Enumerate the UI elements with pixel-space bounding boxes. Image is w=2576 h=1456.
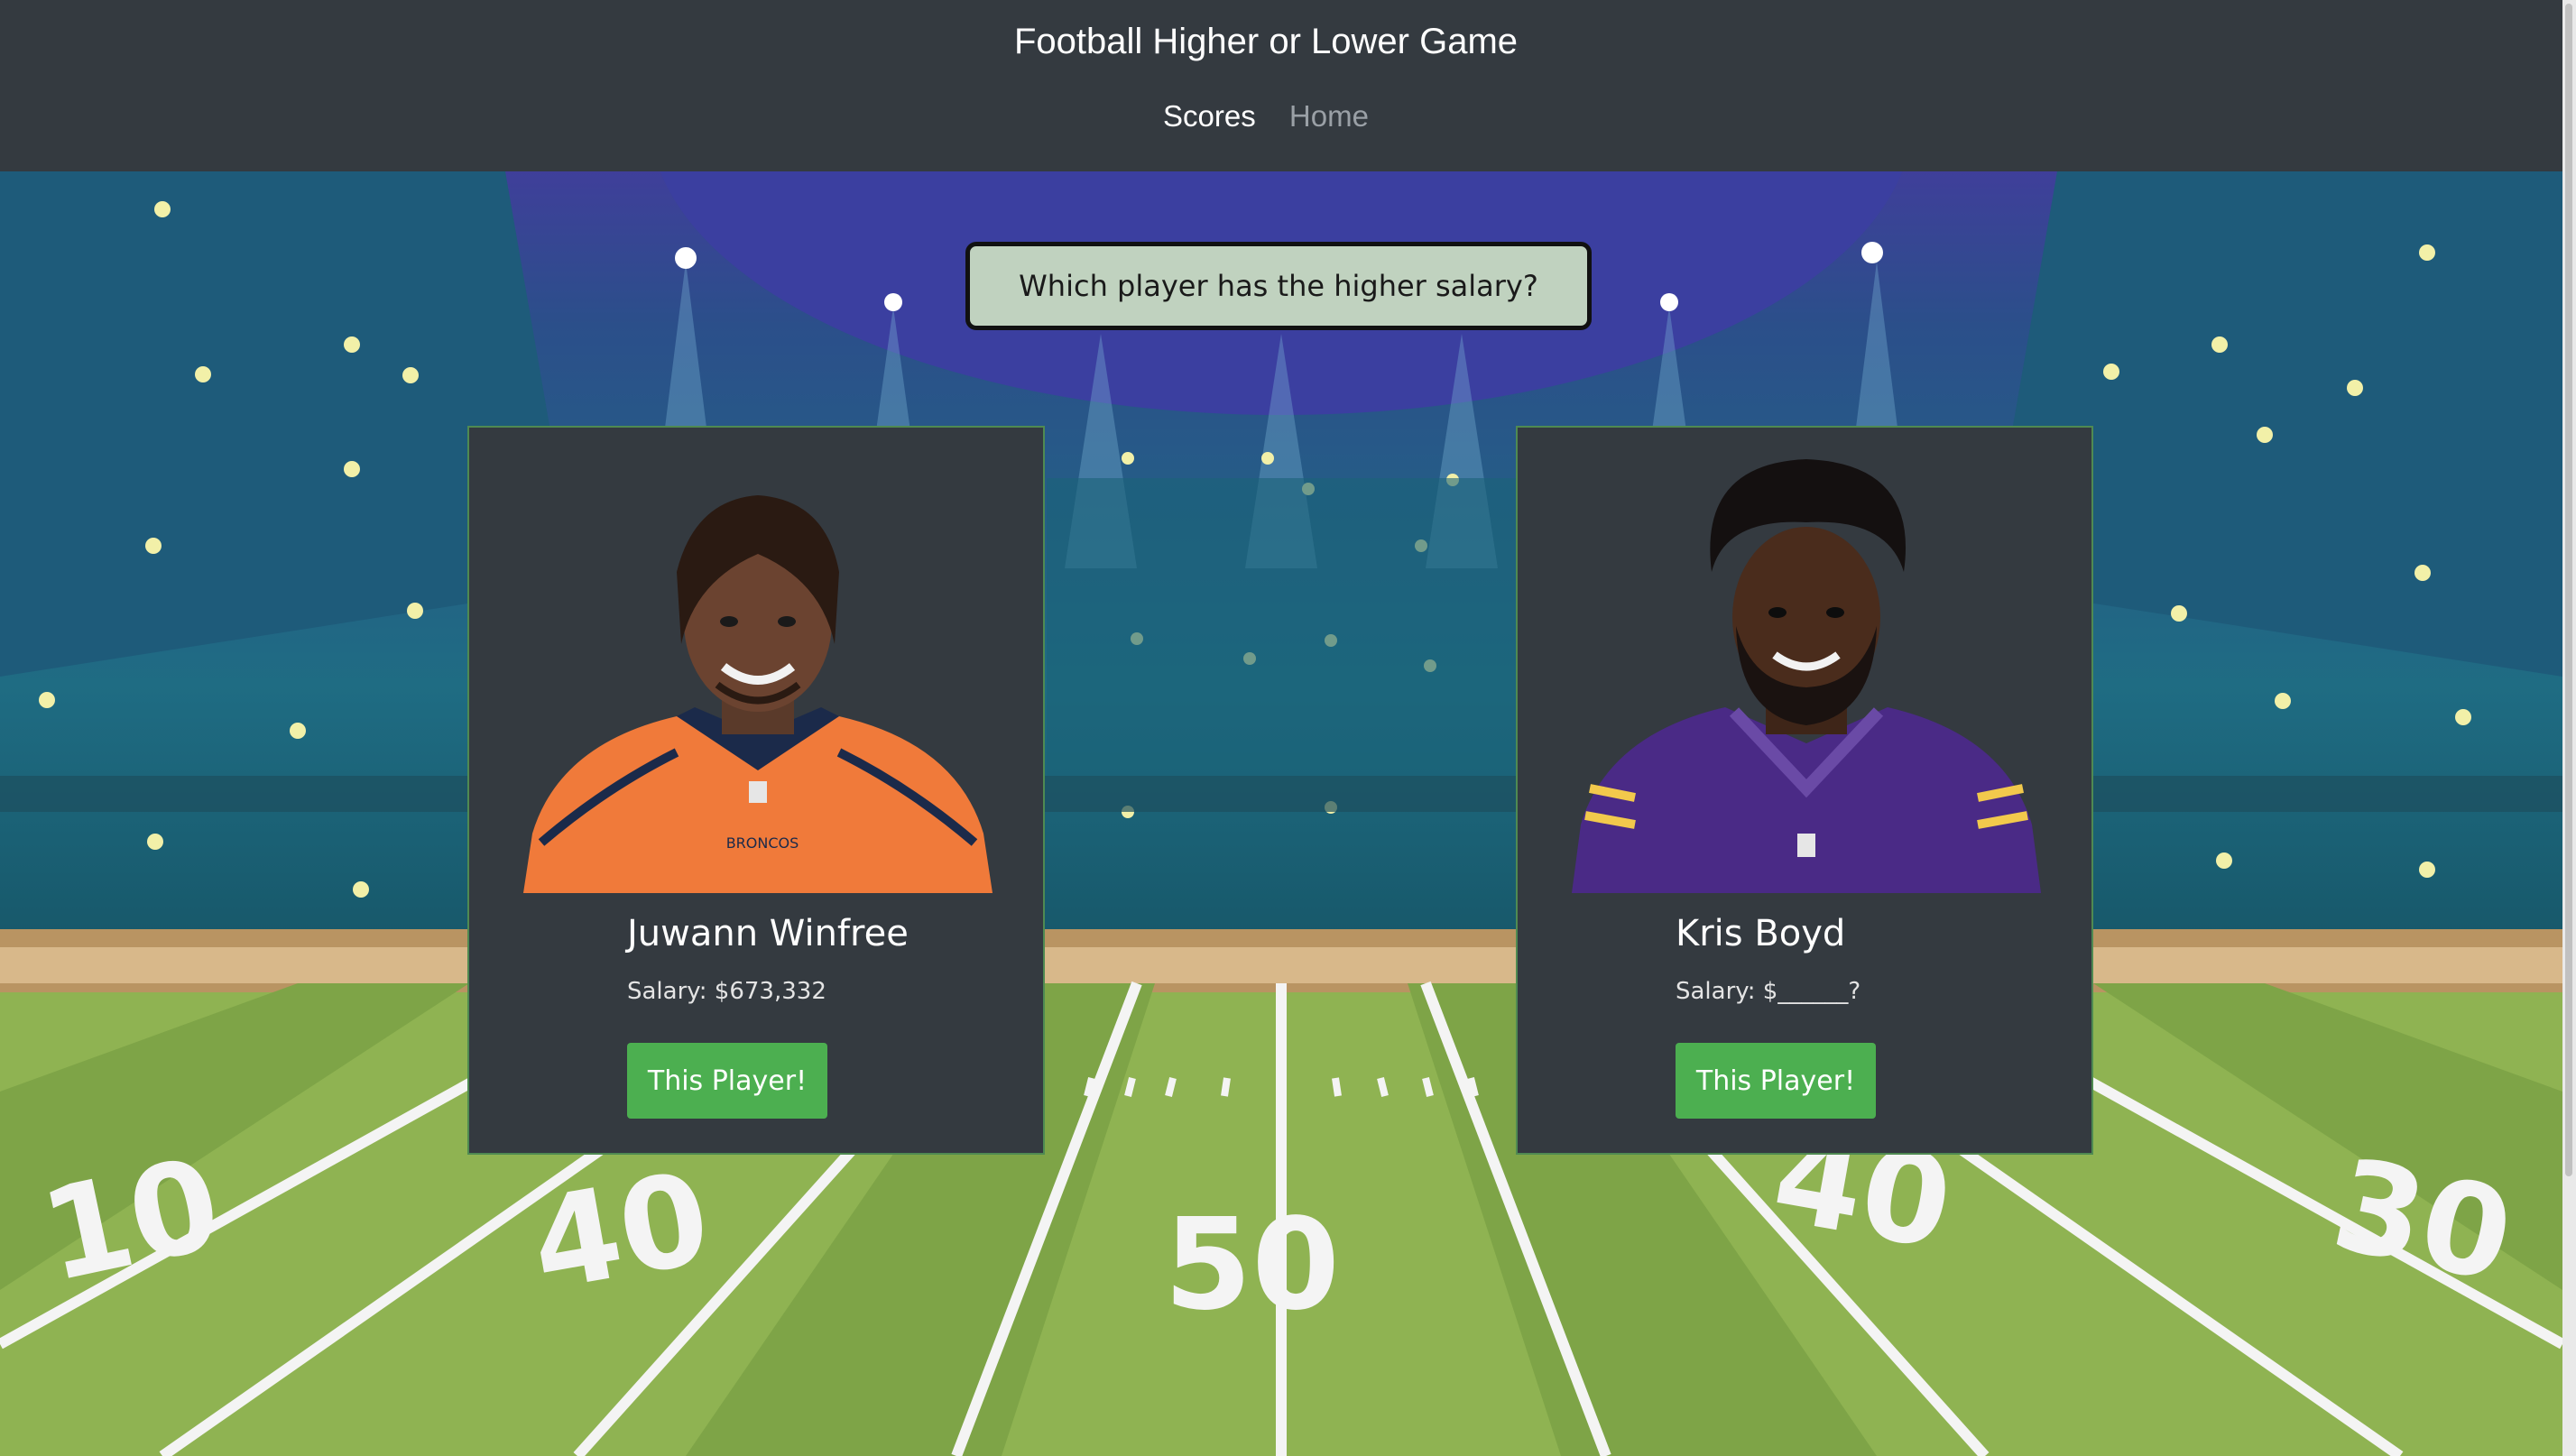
player-name: Juwann Winfree — [627, 913, 909, 954]
yard-number: 40 — [522, 1145, 720, 1320]
pick-player-right-button[interactable]: This Player! — [1676, 1043, 1876, 1119]
top-navbar: Football Higher or Lower Game Scores Hom… — [0, 0, 2562, 171]
stadium-background: 10 40 50 40 30 — [0, 171, 2562, 1456]
player-name: Kris Boyd — [1676, 913, 1846, 954]
player-salary: Salary: $673,332 — [627, 978, 826, 1005]
question-banner: Which player has the higher salary? — [965, 242, 1592, 330]
player-photo — [1572, 446, 2041, 893]
player-card-right: Kris Boyd Salary: $______? This Player! — [1516, 426, 2093, 1155]
nav-scores-link[interactable]: Scores — [1163, 99, 1256, 134]
player-card-left: BRONCOS Juwann Winfree Salary: $673,332 … — [467, 426, 1045, 1155]
player-salary: Salary: $______? — [1676, 978, 1861, 1005]
yard-number: 50 — [1164, 1192, 1340, 1339]
nav-links: Scores Home — [0, 99, 2532, 134]
scrollbar-thumb[interactable] — [2565, 4, 2572, 1176]
nav-home-link[interactable]: Home — [1289, 99, 1369, 134]
jersey-lettering: BRONCOS — [726, 834, 799, 852]
player-photo: BRONCOS — [523, 446, 993, 893]
app-title: Football Higher or Lower Game — [1013, 22, 1519, 61]
pick-player-left-button[interactable]: This Player! — [627, 1043, 827, 1119]
